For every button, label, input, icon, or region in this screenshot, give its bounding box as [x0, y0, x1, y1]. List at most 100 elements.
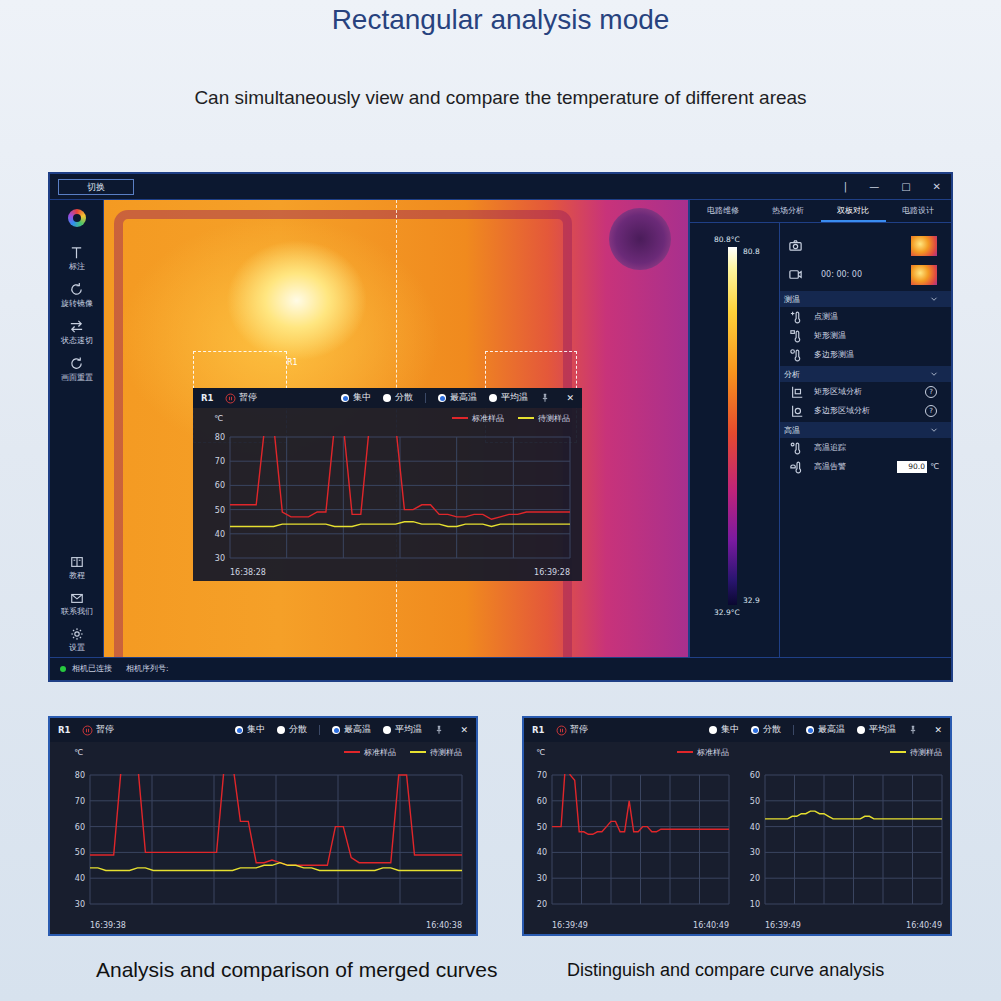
record-row[interactable]: 00: 00: 00: [780, 260, 951, 289]
tab[interactable]: 双板对比: [821, 200, 886, 222]
grid-line: [853, 775, 854, 904]
metric-radio[interactable]: 平均温: [383, 724, 422, 736]
tab[interactable]: 热场分析: [755, 200, 820, 222]
tool-item[interactable]: 多边形测温: [780, 345, 951, 364]
grid-line: [824, 775, 825, 904]
pause-button[interactable]: 暂停: [82, 724, 114, 736]
y-tick: 30: [750, 848, 760, 857]
thermometer-icon: [790, 329, 804, 343]
metric-radio[interactable]: 最高温: [438, 392, 477, 404]
chart-plot: 70605040302016:39:4916:40:49: [524, 762, 737, 934]
mode-radio[interactable]: 分散: [751, 724, 781, 736]
tool-item[interactable]: 点测温: [780, 307, 951, 326]
help-badge[interactable]: ?: [925, 405, 937, 417]
grid-line: [286, 437, 287, 558]
sidebar-item[interactable]: 状态速切: [61, 319, 93, 346]
mode-radio[interactable]: 集中: [709, 724, 739, 736]
mode-radio[interactable]: 分散: [383, 392, 413, 404]
chevron-icon: [929, 425, 939, 435]
tool-item[interactable]: 高温告警℃: [780, 457, 951, 476]
serial-label: 相机序列号:: [126, 664, 169, 674]
mail-icon-part: [71, 595, 82, 599]
pause-label: 暂停: [570, 724, 588, 736]
panel-body: ℃标准样品待测样品80706050403016:38:2816:39:28: [193, 408, 582, 581]
tool-item[interactable]: 高温追踪: [780, 438, 951, 457]
pause-button[interactable]: 暂停: [556, 724, 588, 736]
pin-icon: [908, 725, 918, 735]
connection-dot: [60, 666, 66, 672]
mode-radio[interactable]: 集中: [235, 724, 265, 736]
thermometer-icon-part: [795, 408, 800, 413]
grid-line: [230, 437, 231, 558]
tab[interactable]: 电路设计: [886, 200, 951, 222]
window-control[interactable]: —: [869, 181, 879, 192]
tab-bar: 电路维修热场分析双板对比电路设计: [690, 200, 951, 223]
grid-line: [400, 437, 401, 558]
legend-item: 标准样品: [452, 413, 504, 424]
tab[interactable]: 电路维修: [690, 200, 755, 222]
close-button[interactable]: ✕: [460, 725, 468, 735]
legend-swatch: [677, 751, 693, 753]
chart-legend-row: 待测样品: [737, 742, 950, 762]
y-tick: 40: [75, 874, 85, 883]
legend-label: 标准样品: [472, 413, 504, 424]
pause-button[interactable]: 暂停: [225, 392, 257, 404]
legend-swatch: [518, 417, 534, 419]
grid-line: [883, 775, 884, 904]
mode-radio[interactable]: 分散: [277, 724, 307, 736]
x-label: 16:39:28: [534, 568, 570, 577]
thermometer-icon-part: [795, 331, 800, 342]
close-button[interactable]: ✕: [934, 725, 942, 735]
section-header[interactable]: 测温: [780, 291, 951, 307]
window-control[interactable]: □: [901, 181, 910, 192]
tool-label: 矩形区域分析: [814, 386, 862, 397]
sidebar-label: 状态速切: [61, 336, 93, 346]
metric-radio[interactable]: 最高温: [332, 724, 371, 736]
metric-radio[interactable]: 平均温: [489, 392, 528, 404]
y-tick: 50: [215, 506, 225, 515]
metric-radio-dot: [489, 394, 497, 402]
chevron-icon-part: [932, 373, 937, 376]
alarm-threshold-input[interactable]: [897, 461, 927, 473]
y-tick: 20: [750, 874, 760, 883]
help-badge[interactable]: ?: [925, 386, 937, 398]
window-control[interactable]: ✕: [933, 181, 941, 192]
tool-item[interactable]: 矩形测温: [780, 326, 951, 345]
sidebar-item[interactable]: 教程: [69, 555, 85, 581]
sidebar-item[interactable]: 画面重置: [61, 356, 93, 383]
grid-line: [90, 775, 91, 904]
section-header[interactable]: 高温: [780, 422, 951, 438]
grid-line: [581, 775, 582, 904]
sidebar-item[interactable]: 标注: [69, 245, 85, 272]
thermometer-icon: [790, 310, 804, 324]
gear-icon-part: [74, 632, 78, 636]
mode-radio[interactable]: 集中: [341, 392, 371, 404]
metric-radio-dot: [383, 726, 391, 734]
swap-icon: [69, 319, 84, 334]
section-header[interactable]: 分析: [780, 366, 951, 382]
series-line: [230, 436, 570, 519]
y-tick: 30: [75, 900, 85, 909]
snapshot-row[interactable]: [780, 231, 951, 260]
bottom-panels: R1暂停集中分散最高温平均温✕℃标准样品待测样品80706050403016:3…: [48, 716, 1001, 936]
metric-radio[interactable]: 平均温: [857, 724, 896, 736]
unit-label: ℃: [74, 748, 83, 757]
sidebar-bottom: 教程联系我们设置: [61, 545, 93, 653]
metric-radio[interactable]: 最高温: [806, 724, 845, 736]
page-subtitle: Can simultaneously view and compare the …: [194, 86, 806, 110]
tool-item[interactable]: 矩形区域分析?: [780, 382, 951, 401]
legend-item: 待测样品: [518, 413, 570, 424]
sidebar-item[interactable]: 旋转镜像: [61, 282, 93, 309]
sidebar-item[interactable]: 联系我们: [61, 591, 93, 617]
camera-icon-part: [790, 243, 801, 251]
sidebar-item[interactable]: 设置: [69, 627, 85, 653]
connection-status: 相机已连接: [72, 664, 112, 674]
close-button[interactable]: ✕: [566, 393, 574, 403]
grid-line: [462, 775, 463, 904]
camera-icon-part: [793, 244, 797, 248]
tool-item[interactable]: 多边形区域分析?: [780, 401, 951, 420]
caption: Analysis and comparison of merged curves: [96, 958, 567, 982]
palette-icon[interactable]: [68, 209, 86, 227]
window-control[interactable]: |: [844, 181, 847, 192]
switch-button[interactable]: 切换: [58, 179, 134, 195]
